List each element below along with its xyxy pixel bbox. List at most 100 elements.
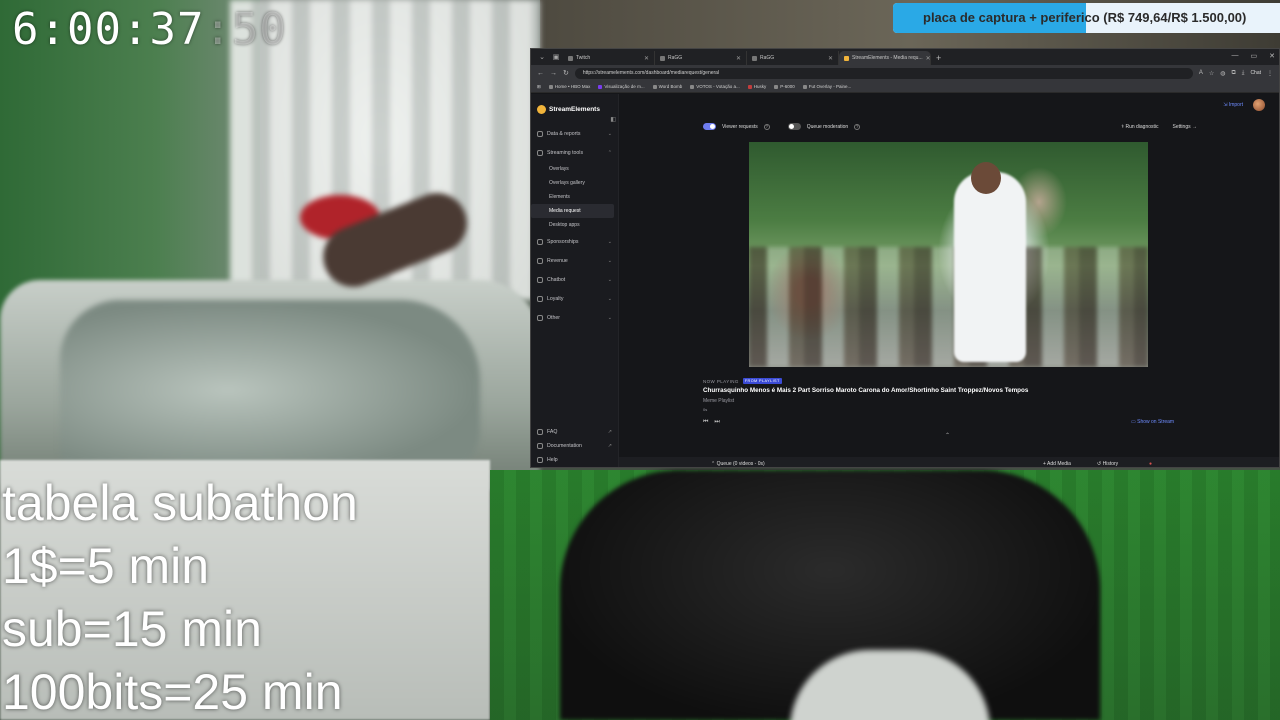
media-controls-row: Viewer requests ? Queue moderation ? ⚕ R… — [703, 123, 1197, 130]
show-on-stream-button[interactable]: ▭ Show on Stream — [1131, 419, 1174, 425]
reload-icon[interactable]: ↻ — [563, 69, 569, 77]
bookmark-label: Home • HBO Max — [554, 84, 591, 89]
sidebar-subitem-overlays[interactable]: Overlays — [531, 162, 618, 176]
bookmark-item[interactable]: Home • HBO Max — [548, 84, 591, 89]
bookmark-star-icon[interactable]: ☆ — [1209, 70, 1214, 77]
tab-ragg-1[interactable]: RaGG ✕ — [655, 51, 747, 65]
settings-button[interactable]: Settings → — [1173, 124, 1197, 130]
queue-label: Queue (0 videos - 0s) — [716, 461, 765, 467]
playlist-name: Meme Playlist — [703, 398, 735, 404]
sidebar-item-streaming-tools[interactable]: Streaming tools ⌃ — [531, 143, 618, 162]
sidebar-item-revenue[interactable]: Revenue ⌄ — [531, 251, 618, 270]
now-playing-tag: FROM PLAYLIST — [742, 378, 782, 384]
help-circle-icon[interactable]: ? — [763, 123, 770, 130]
bookmark-label: Word Bomb — [658, 84, 683, 89]
video-player[interactable] — [749, 142, 1148, 367]
sidebar-item-loyalty[interactable]: Loyalty ⌄ — [531, 289, 618, 308]
close-window-icon[interactable]: ✕ — [1269, 52, 1275, 60]
sidebar-subitem-elements[interactable]: Elements — [531, 190, 618, 204]
close-icon[interactable]: ✕ — [644, 55, 649, 62]
extensions-puzzle-icon[interactable]: ⧉ — [1231, 70, 1235, 77]
sidebar-item-faq[interactable]: FAQ ↗ — [531, 425, 618, 439]
new-tab-button[interactable]: + — [931, 51, 946, 65]
history-label: History — [1102, 461, 1119, 467]
queue-toggle[interactable]: ⌃ Queue (0 videos - 0s) — [711, 461, 765, 467]
document-icon — [537, 443, 543, 449]
tab-search-icon[interactable]: ▣ — [549, 51, 563, 65]
apps-icon[interactable]: ⊞ — [537, 84, 541, 90]
bookmarks-bar: ⊞ Home • HBO Max Visualização de m... Wo… — [531, 81, 1279, 93]
tab-menu-icon[interactable]: ⌄ — [535, 51, 549, 65]
bookmark-item[interactable]: Visualização de m... — [598, 84, 645, 89]
help-circle-icon[interactable]: ? — [854, 123, 861, 130]
subathon-rate: 100bits=25 min — [2, 664, 343, 720]
url-input[interactable]: https://streamelements.com/dashboard/med… — [574, 67, 1193, 79]
skip-button[interactable]: ● — [1149, 461, 1152, 467]
bookmark-item[interactable]: VOTOS - Votação a... — [690, 84, 740, 89]
run-diagnostic-button[interactable]: ⚕ Run diagnostic — [1121, 124, 1158, 130]
loyalty-icon — [537, 295, 543, 302]
bookmark-item[interactable]: Word Bomb — [652, 84, 683, 89]
bookmark-favicon-icon — [652, 84, 657, 89]
show-on-stream-label: Show on Stream — [1137, 419, 1175, 425]
history-button[interactable]: ↺ History — [1097, 461, 1118, 467]
sidebar-bottom: FAQ ↗ Documentation ↗ Help — [531, 425, 618, 467]
chatbot-icon — [537, 276, 543, 283]
subathon-table: tabela subathon 1$=5 min sub=15 min 100b… — [2, 472, 358, 720]
tab-label: StreamElements - Media requ... — [852, 55, 923, 61]
subathon-rate: 1$=5 min — [2, 538, 210, 594]
close-icon[interactable]: ✕ — [926, 55, 930, 62]
queue-moderation-toggle[interactable] — [787, 123, 801, 130]
expand-queue-icon[interactable]: ⌃ — [945, 432, 950, 439]
previous-icon[interactable]: ⏮ — [703, 419, 708, 426]
sidebar-subitem-desktop-apps[interactable]: Desktop apps — [531, 218, 618, 232]
sidebar-item-sponsorships[interactable]: Sponsorships ⌄ — [531, 232, 618, 251]
import-label: Import — [1228, 102, 1243, 108]
media-request-page: ⇲ Import Viewer requests ? Queue moderat… — [619, 94, 1279, 467]
downloads-icon[interactable]: ⤓ — [1242, 70, 1245, 77]
collapse-sidebar-icon[interactable]: ◧ — [610, 116, 616, 123]
bookmark-item[interactable]: Husky — [747, 84, 766, 89]
playback-controls: ⏮ ⏭ — [703, 419, 720, 426]
external-link-icon: ↗ — [607, 443, 612, 449]
bookmark-favicon-icon — [747, 84, 752, 89]
bookmark-item[interactable]: P-6000 — [774, 84, 795, 89]
close-icon[interactable]: ✕ — [736, 55, 741, 62]
chevron-down-icon: ⌄ — [607, 257, 612, 264]
next-icon[interactable]: ⏭ — [714, 419, 719, 426]
sidebar-subitem-overlays-gallery[interactable]: Overlays gallery — [531, 176, 618, 190]
sidebar-item-data-reports[interactable]: Data & reports ⌄ — [531, 124, 618, 143]
menu-dots-icon[interactable]: ⋮ — [1267, 70, 1273, 77]
chat-profile-button[interactable]: Chat — [1250, 70, 1261, 76]
bookmark-item[interactable]: Fut Overlay - Paine... — [802, 84, 851, 89]
run-diagnostic-label: Run diagnostic — [1125, 123, 1159, 130]
add-media-label: Add Media — [1047, 461, 1071, 467]
viewer-requests-label: Viewer requests — [722, 123, 758, 130]
minimize-icon[interactable]: — — [1232, 52, 1239, 60]
ragg-favicon-icon — [752, 55, 757, 61]
extension-icon[interactable]: ◍ — [1220, 70, 1225, 77]
sidebar-item-documentation[interactable]: Documentation ↗ — [531, 439, 618, 453]
maximize-icon[interactable]: ▭ — [1251, 52, 1258, 60]
tab-twitch[interactable]: Twitch ✕ — [563, 51, 655, 65]
sidebar-item-chatbot[interactable]: Chatbot ⌄ — [531, 270, 618, 289]
translate-icon[interactable]: A — [1199, 70, 1203, 76]
forward-icon[interactable]: → — [550, 70, 557, 77]
close-icon[interactable]: ✕ — [828, 55, 833, 62]
sidebar-item-other[interactable]: Other ⌄ — [531, 308, 618, 327]
tab-ragg-2[interactable]: RaGG ✕ — [747, 51, 839, 65]
import-button[interactable]: ⇲ Import — [1223, 102, 1243, 108]
tab-streamelements[interactable]: StreamElements - Media requ... ✕ — [839, 51, 931, 65]
sidebar-item-help[interactable]: Help — [531, 453, 618, 467]
bookmark-favicon-icon — [598, 84, 603, 89]
sidebar-subitem-media-request[interactable]: Media request — [531, 204, 614, 218]
bookmark-favicon-icon — [802, 84, 807, 89]
viewer-requests-toggle[interactable] — [703, 123, 716, 130]
chevron-down-icon: ⌄ — [607, 295, 612, 302]
sidebar-item-label: Revenue — [547, 257, 568, 264]
avatar[interactable] — [1253, 99, 1265, 111]
add-media-button[interactable]: + Add Media — [1043, 461, 1071, 467]
brand-logo[interactable]: StreamElements — [531, 102, 618, 116]
back-icon[interactable]: ← — [537, 70, 544, 77]
sidebar-item-label: Chatbot — [547, 276, 566, 283]
